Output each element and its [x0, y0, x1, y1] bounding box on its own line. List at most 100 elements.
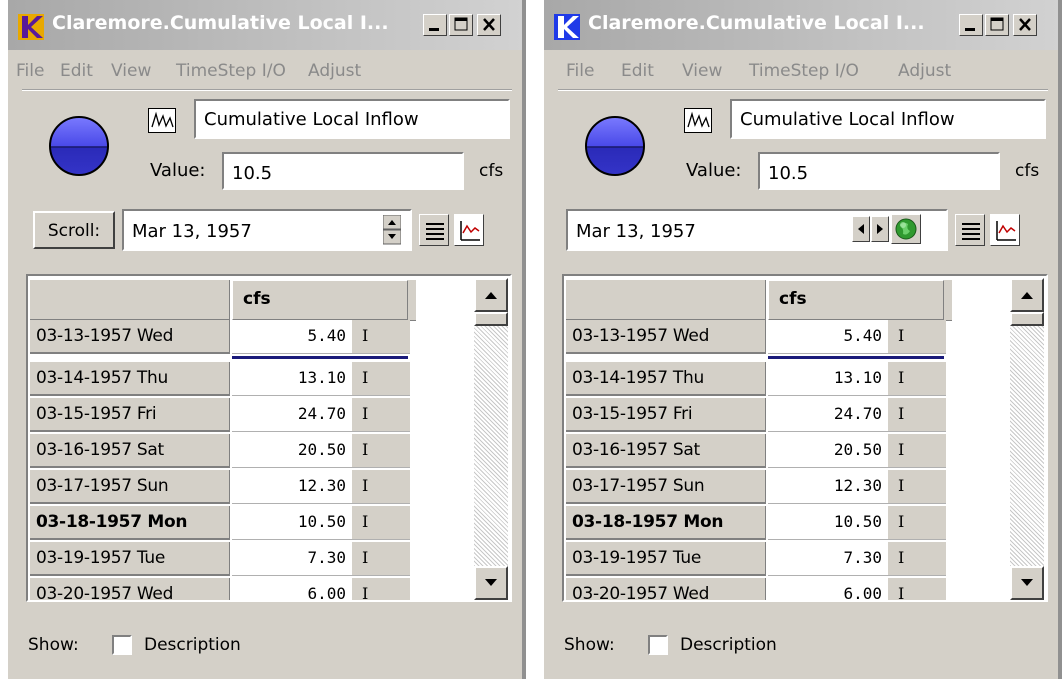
- date-field[interactable]: Mar 13, 1957: [122, 209, 412, 251]
- description-label[interactable]: Description: [144, 635, 241, 655]
- table-row[interactable]: 03-19-1957 Tue 7.30 I: [30, 542, 410, 578]
- maximize-icon: [990, 17, 1004, 31]
- maximize-button[interactable]: [449, 14, 473, 36]
- scroll-button[interactable]: Scroll:: [33, 211, 115, 249]
- table-row[interactable]: 03-16-1957 Sat 20.50 I: [30, 434, 410, 470]
- scroll-down-button[interactable]: [474, 566, 508, 600]
- row-flag: I: [352, 398, 410, 432]
- slot-name-field[interactable]: Cumulative Local Inflow: [194, 99, 510, 139]
- row-value[interactable]: 24.70: [232, 398, 352, 432]
- row-value[interactable]: 20.50: [768, 434, 888, 468]
- vertical-scrollbar[interactable]: [1010, 278, 1044, 600]
- table-row[interactable]: 03-19-1957 Tue 7.30 I: [566, 542, 946, 578]
- table-row[interactable]: 03-18-1957 Mon 10.50 I: [566, 506, 946, 542]
- row-value[interactable]: 10.50: [768, 506, 888, 540]
- maximize-button[interactable]: [985, 14, 1009, 36]
- menu-adjust[interactable]: Adjust: [898, 61, 951, 81]
- row-value[interactable]: 13.10: [232, 362, 352, 396]
- close-button[interactable]: [477, 14, 501, 36]
- row-flag: I: [888, 542, 946, 576]
- menu-edit[interactable]: Edit: [60, 61, 93, 81]
- plot-button[interactable]: [454, 214, 484, 246]
- scroll-thumb[interactable]: [1010, 312, 1044, 326]
- table-row[interactable]: 03-18-1957 Mon 10.50 I: [30, 506, 410, 542]
- step-right-button[interactable]: [871, 216, 889, 242]
- description-checkbox[interactable]: [112, 635, 132, 655]
- date-spinner[interactable]: [383, 215, 401, 245]
- row-value[interactable]: 20.50: [232, 434, 352, 468]
- close-button[interactable]: [1013, 14, 1037, 36]
- table-row[interactable]: 03-17-1957 Sun 12.30 I: [30, 470, 410, 506]
- unit-label: cfs: [479, 161, 504, 181]
- scroll-thumb[interactable]: [474, 312, 508, 326]
- table-row[interactable]: 03-13-1957 Wed 5.40 I: [30, 320, 410, 356]
- row-flag: I: [352, 320, 410, 354]
- title-bar[interactable]: Claremore.Cumulative Local I...: [544, 0, 1062, 50]
- list-view-button[interactable]: [419, 214, 449, 246]
- table-row[interactable]: 03-20-1957 Wed 6.00 I: [566, 578, 946, 600]
- scroll-down-button[interactable]: [1010, 566, 1044, 600]
- menu-file[interactable]: File: [16, 61, 44, 81]
- scroll-up-button[interactable]: [1010, 278, 1044, 312]
- table-row[interactable]: 03-13-1957 Wed 5.40 I: [566, 320, 946, 356]
- minimize-icon: [429, 28, 439, 31]
- menu-adjust[interactable]: Adjust: [308, 61, 361, 81]
- row-date: 03-19-1957 Tue: [30, 542, 230, 576]
- table-row[interactable]: 03-15-1957 Fri 24.70 I: [30, 398, 410, 434]
- row-value[interactable]: 5.40: [232, 320, 352, 354]
- row-date: 03-18-1957 Mon: [566, 506, 766, 540]
- row-value[interactable]: 7.30: [232, 542, 352, 576]
- minimize-button[interactable]: [959, 14, 983, 36]
- row-flag: I: [352, 578, 410, 600]
- row-value[interactable]: 10.50: [232, 506, 352, 540]
- slot-graph-icon[interactable]: [684, 108, 712, 133]
- show-label: Show:: [564, 635, 615, 655]
- value-field[interactable]: 10.5: [222, 152, 464, 190]
- table-row[interactable]: 03-20-1957 Wed 6.00 I: [30, 578, 410, 600]
- vertical-scrollbar[interactable]: [474, 278, 508, 600]
- slot-name-field[interactable]: Cumulative Local Inflow: [730, 99, 1046, 139]
- column-header[interactable]: cfs: [232, 280, 408, 320]
- row-value[interactable]: 6.00: [768, 578, 888, 600]
- table-row[interactable]: 03-15-1957 Fri 24.70 I: [566, 398, 946, 434]
- scroll-up-button[interactable]: [474, 278, 508, 312]
- column-header[interactable]: cfs: [768, 280, 944, 320]
- description-label[interactable]: Description: [680, 635, 777, 655]
- description-checkbox[interactable]: [648, 635, 668, 655]
- table-corner: [566, 280, 766, 320]
- current-row-indicator: [232, 356, 408, 359]
- row-value[interactable]: 12.30: [232, 470, 352, 504]
- title-bar[interactable]: Claremore.Cumulative Local I...: [8, 0, 526, 50]
- row-value[interactable]: 6.00: [232, 578, 352, 600]
- row-date: 03-15-1957 Fri: [30, 398, 230, 432]
- scroll-down-icon: [1021, 579, 1033, 586]
- minimize-button[interactable]: [423, 14, 447, 36]
- table-row[interactable]: 03-17-1957 Sun 12.30 I: [566, 470, 946, 506]
- table-row[interactable]: 03-14-1957 Thu 13.10 I: [30, 362, 410, 398]
- row-value[interactable]: 13.10: [768, 362, 888, 396]
- menu-view[interactable]: View: [111, 61, 151, 81]
- menu-timestep-io[interactable]: TimeStep I/O: [176, 61, 286, 81]
- step-left-icon: [858, 224, 864, 234]
- row-flag: I: [352, 506, 410, 540]
- menu-file[interactable]: File: [566, 61, 594, 81]
- row-value[interactable]: 5.40: [768, 320, 888, 354]
- list-view-button[interactable]: [955, 214, 985, 246]
- table-row[interactable]: 03-16-1957 Sat 20.50 I: [566, 434, 946, 470]
- plot-button[interactable]: [990, 214, 1020, 246]
- step-left-button[interactable]: [852, 216, 870, 242]
- row-value[interactable]: 7.30: [768, 542, 888, 576]
- table-row[interactable]: 03-14-1957 Thu 13.10 I: [566, 362, 946, 398]
- menu-edit[interactable]: Edit: [621, 61, 654, 81]
- row-date: 03-14-1957 Thu: [30, 362, 230, 396]
- row-date: 03-13-1957 Wed: [30, 320, 230, 354]
- globe-button[interactable]: [891, 214, 921, 244]
- menu-view[interactable]: View: [682, 61, 722, 81]
- value-field[interactable]: 10.5: [758, 152, 1000, 190]
- row-value[interactable]: 24.70: [768, 398, 888, 432]
- menu-timestep-io[interactable]: TimeStep I/O: [749, 61, 859, 81]
- slot-graph-icon[interactable]: [148, 108, 176, 133]
- show-label: Show:: [28, 635, 79, 655]
- row-value[interactable]: 12.30: [768, 470, 888, 504]
- minimize-icon: [965, 28, 975, 31]
